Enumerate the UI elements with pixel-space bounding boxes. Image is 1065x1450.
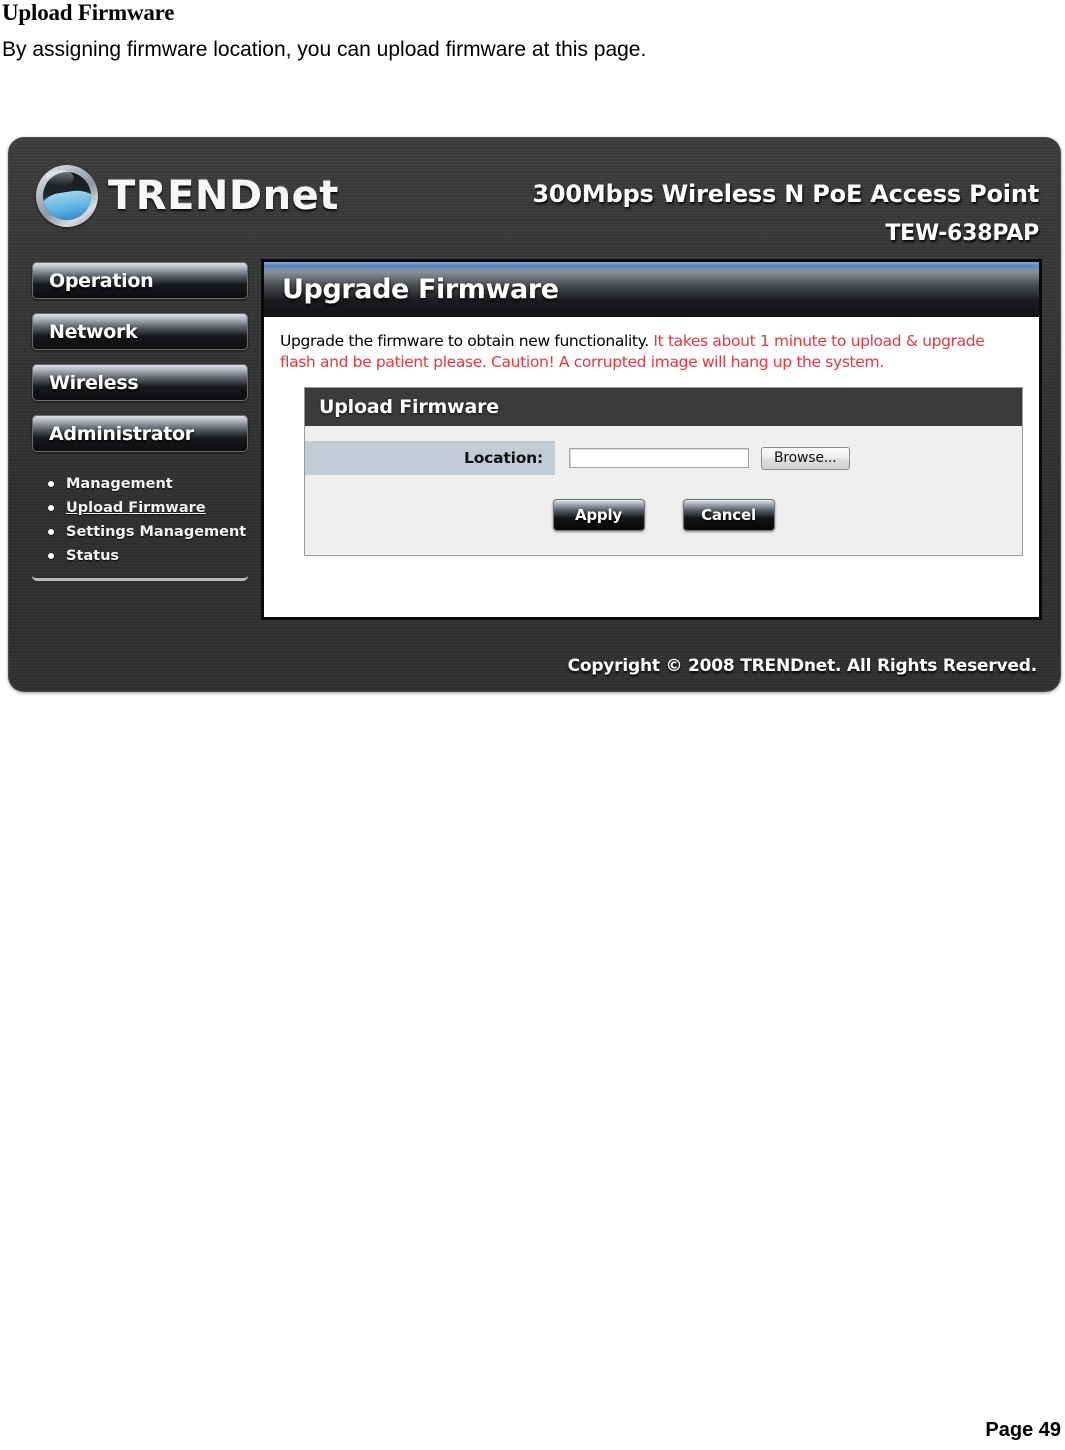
- browse-button[interactable]: Browse...: [761, 446, 850, 470]
- logo-highlight: [46, 170, 74, 186]
- sidebar-item-wireless-label: Wireless: [49, 371, 139, 394]
- apply-button[interactable]: Apply: [552, 499, 645, 531]
- location-label: Location:: [305, 441, 555, 475]
- description-normal-text: Upgrade the firmware to obtain new funct…: [280, 332, 654, 350]
- sidebar-item-network-label: Network: [49, 320, 138, 343]
- sidebar-item-operation-label: Operation: [49, 269, 154, 292]
- ui-header: TRENDnet 300Mbps Wireless N PoE Access P…: [8, 137, 1061, 259]
- copyright-text: Copyright © 2008 TRENDnet. All Rights Re…: [567, 656, 1038, 676]
- sidebar-item-network[interactable]: Network: [32, 313, 248, 350]
- cancel-button[interactable]: Cancel: [682, 499, 775, 531]
- content-title-bar: Upgrade Firmware: [264, 262, 1039, 317]
- product-description: 300Mbps Wireless N PoE Access Point: [532, 180, 1039, 208]
- page-intro-text: By assigning firmware location, you can …: [2, 38, 647, 61]
- submenu-item-upload-firmware[interactable]: Upload Firmware: [32, 496, 248, 520]
- upload-firmware-panel-header: Upload Firmware: [305, 388, 1022, 426]
- brand-name-upper: TREND: [108, 173, 263, 219]
- sidebar-item-operation[interactable]: Operation: [32, 262, 248, 299]
- sidebar-item-administrator-label: Administrator: [49, 422, 194, 445]
- brand-wordmark: TRENDnet: [108, 173, 339, 219]
- location-control-group: Browse...: [555, 446, 1022, 470]
- upload-firmware-panel: Upload Firmware Location: Browse... Appl…: [304, 387, 1023, 556]
- product-model: TEW-638PAP: [885, 221, 1039, 246]
- content-description: Upgrade the firmware to obtain new funct…: [264, 317, 1039, 377]
- page-number: Page 49: [985, 1419, 1061, 1441]
- device-admin-ui: TRENDnet 300Mbps Wireless N PoE Access P…: [8, 137, 1061, 692]
- sidebar-nav: Operation Network Wireless Administrator…: [32, 262, 248, 581]
- location-input[interactable]: [569, 448, 749, 468]
- submenu-item-management[interactable]: Management: [32, 472, 248, 496]
- administrator-submenu: Management Upload Firmware Settings Mana…: [32, 466, 248, 581]
- page-title: Upload Firmware: [2, 0, 175, 25]
- sidebar-item-wireless[interactable]: Wireless: [32, 364, 248, 401]
- upload-firmware-panel-title: Upload Firmware: [319, 396, 499, 418]
- content-panel: Upgrade Firmware Upgrade the firmware to…: [264, 262, 1039, 617]
- content-title-label: Upgrade Firmware: [282, 274, 559, 305]
- submenu-item-status[interactable]: Status: [32, 544, 248, 568]
- location-field-row: Location: Browse...: [305, 441, 1022, 475]
- form-action-buttons: Apply Cancel: [305, 475, 1022, 555]
- panel-spacer: [305, 426, 1022, 441]
- submenu-item-settings-management[interactable]: Settings Management: [32, 520, 248, 544]
- logo-wave-shape: [43, 187, 91, 220]
- brand-name-lower: net: [262, 173, 339, 219]
- sidebar-item-administrator[interactable]: Administrator: [32, 415, 248, 452]
- trendnet-logo-icon: [36, 165, 98, 227]
